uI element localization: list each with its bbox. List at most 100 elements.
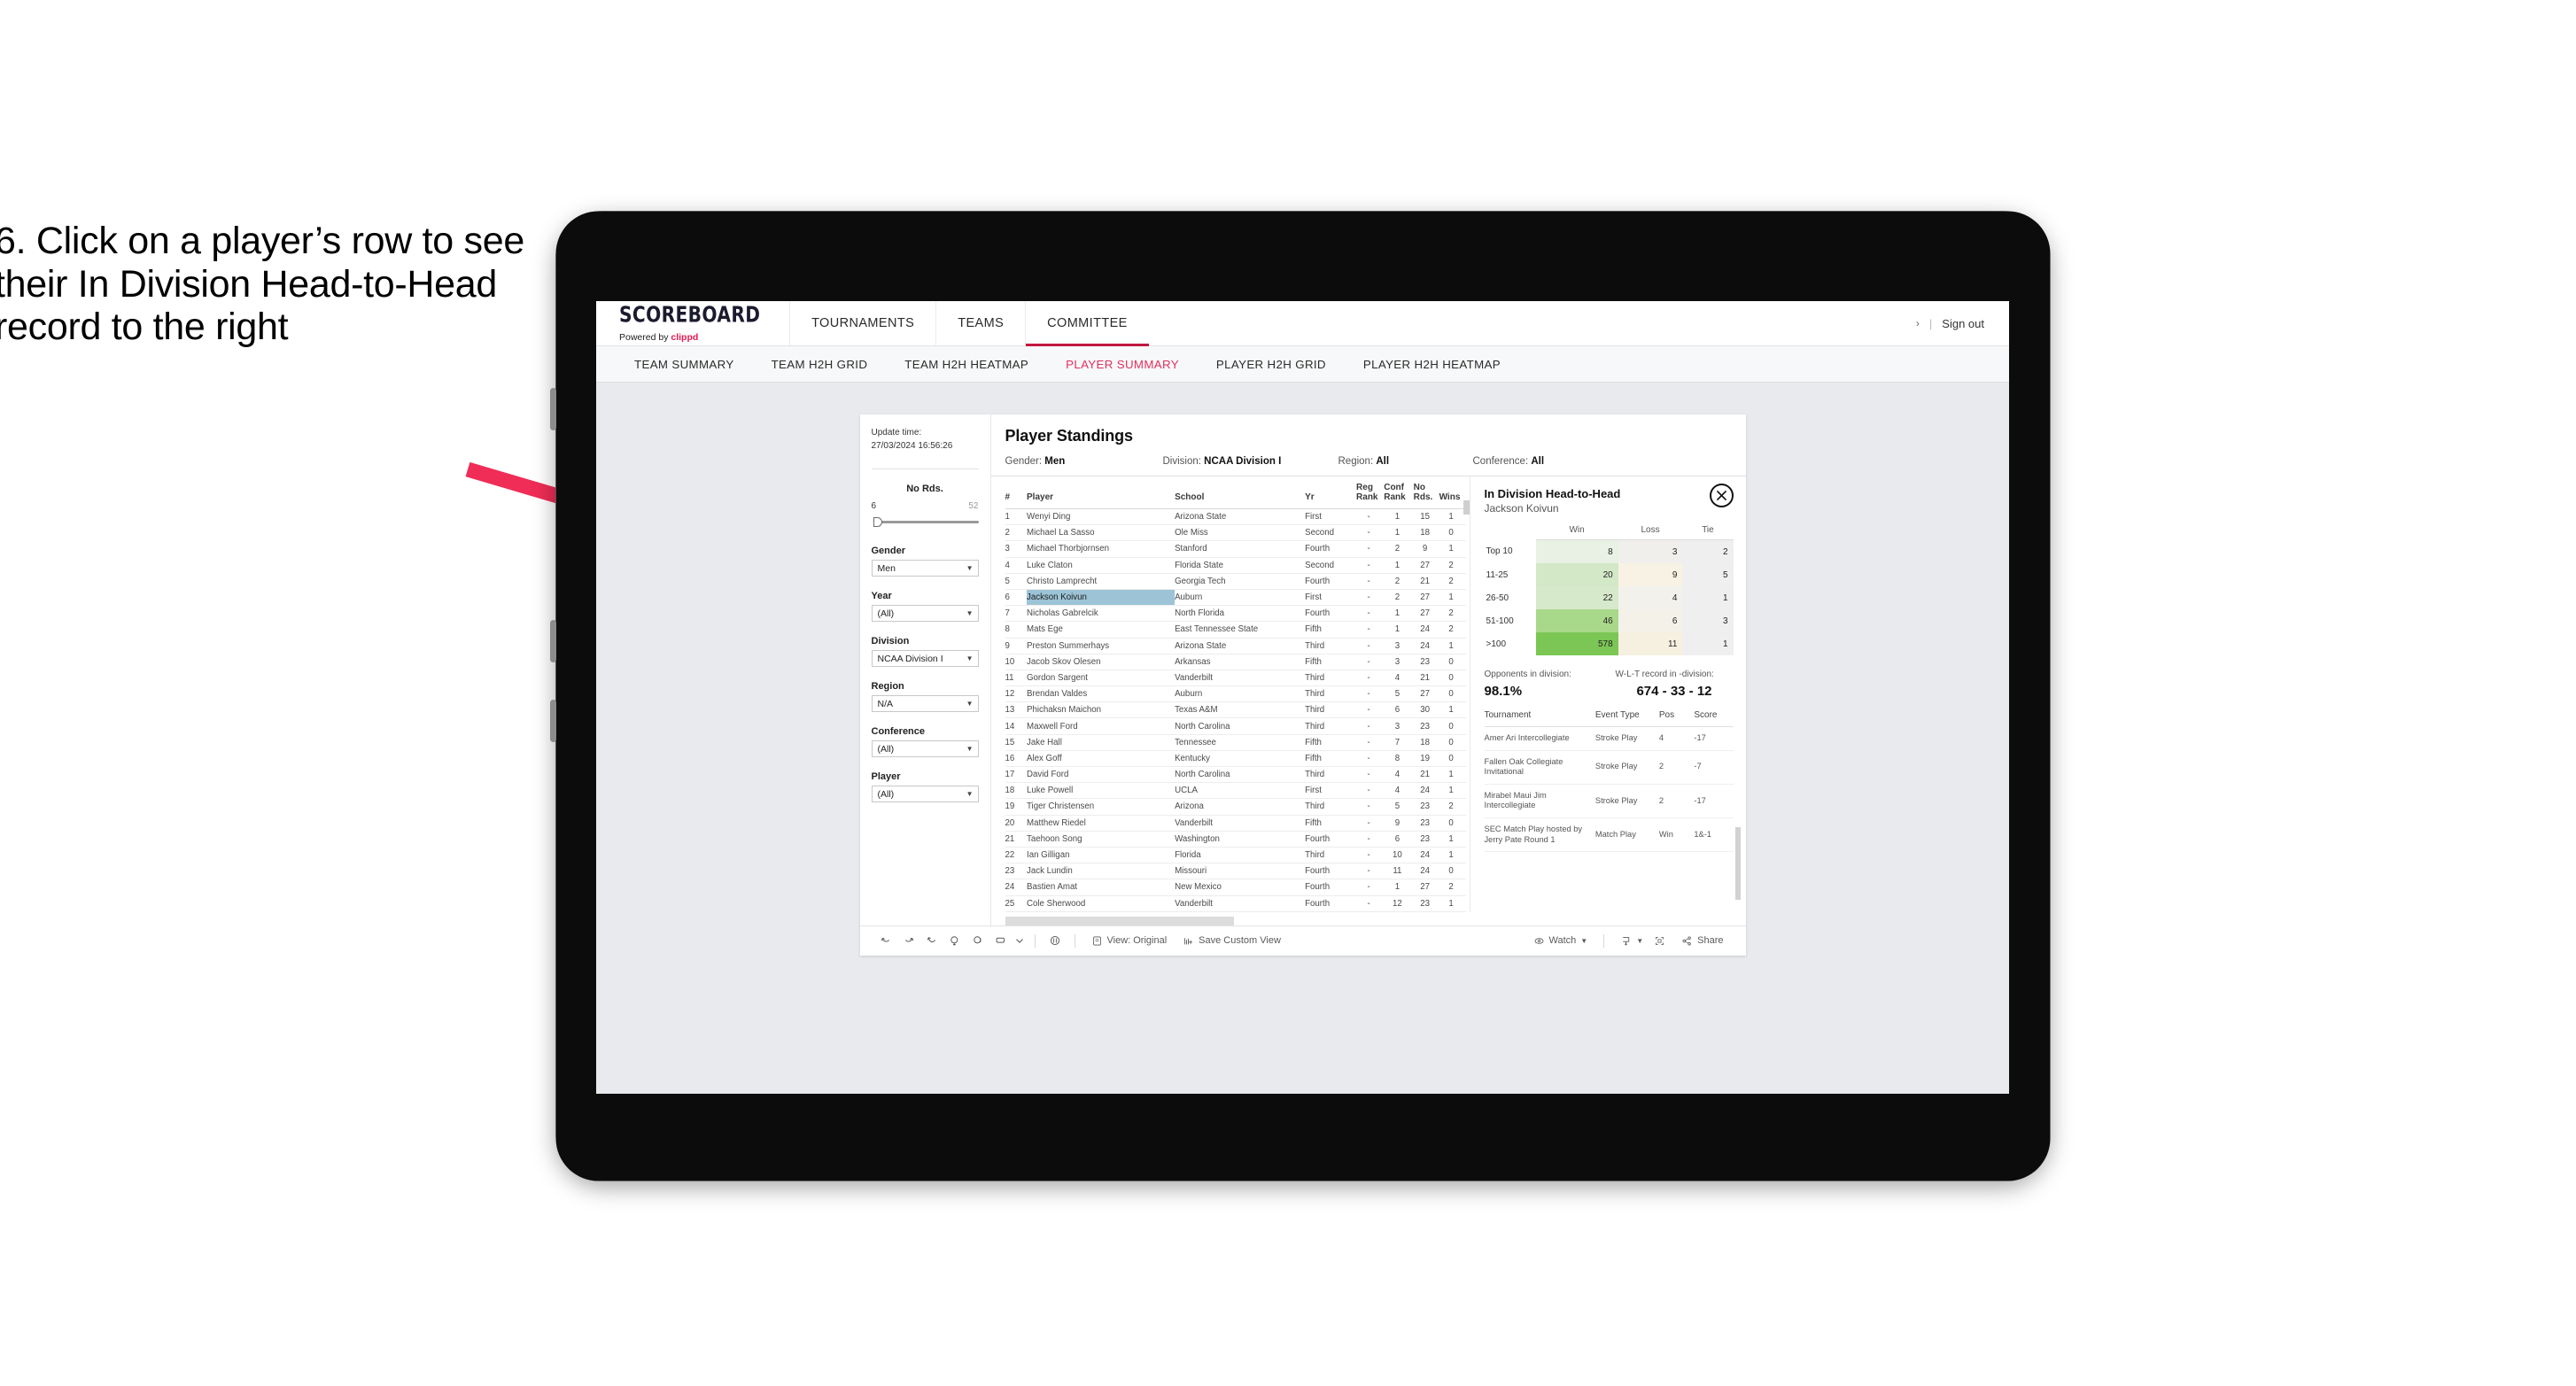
eye-icon <box>1534 937 1544 944</box>
col-pos[interactable]: Pos <box>1658 710 1695 727</box>
filter-gender-select[interactable]: Men ▼ <box>871 560 979 577</box>
col-no-rds[interactable]: No Rds. <box>1413 476 1439 509</box>
player-name: Tiger Christensen <box>1027 798 1175 816</box>
player-year: Fourth <box>1305 540 1357 558</box>
tab-team-h2h-heatmap[interactable]: TEAM H2H HEATMAP <box>886 358 1047 371</box>
tournament-row[interactable]: Mirabel Maui Jim Intercollegiate Stroke P… <box>1484 784 1734 819</box>
table-row[interactable]: 21 Taehoon Song Washington Fourth -6 23 1 <box>1005 831 1466 848</box>
col-school[interactable]: School <box>1175 476 1306 509</box>
player-school: UCLA <box>1175 782 1306 800</box>
tab-player-h2h-grid[interactable]: PLAYER H2H GRID <box>1198 358 1345 371</box>
col-conf-rank[interactable]: Conf Rank <box>1384 476 1414 509</box>
col-event-type[interactable]: Event Type <box>1594 710 1659 727</box>
fullscreen-button[interactable] <box>1646 935 1673 947</box>
chevron-right-icon[interactable]: › <box>1916 317 1920 329</box>
col-reg-rank[interactable]: Reg Rank <box>1356 476 1385 509</box>
volume-button-down[interactable] <box>550 620 556 662</box>
watch-button[interactable]: Watch ▼ <box>1525 935 1596 947</box>
nav-tab-tournaments[interactable]: TOURNAMENTS <box>789 301 935 345</box>
col-wins[interactable]: Wins <box>1439 476 1466 509</box>
player-rank: 8 <box>1005 621 1027 639</box>
device-layout-icon[interactable] <box>989 934 1013 947</box>
table-row[interactable]: 7 Nicholas Gabrelcik North Florida Fourth -1… <box>1005 605 1466 623</box>
table-row[interactable]: 6 Jackson Koivun Auburn First -2 27 1 <box>1005 589 1466 607</box>
bottom-toolbar: View: Original Save Custom View Watch ▼ … <box>859 925 1746 956</box>
chevron-down-icon: ▼ <box>966 790 974 798</box>
close-icon[interactable] <box>1709 484 1734 507</box>
refresh-icon[interactable] <box>943 934 966 947</box>
tournament-row[interactable]: Amer Ari Intercollegiate Stroke Play 4 -17 <box>1484 726 1734 751</box>
power-button[interactable] <box>550 700 556 742</box>
col-tournament[interactable]: Tournament <box>1484 710 1595 727</box>
tournament-head: Tournament Event Type Pos Score <box>1484 710 1734 727</box>
table-row[interactable]: 25 Cole Sherwood Vanderbilt Fourth -12 23 1 <box>1005 895 1466 912</box>
table-row[interactable]: 8 Mats Ege East Tennessee State Fifth -1 24 2 <box>1005 621 1466 639</box>
table-row[interactable]: 18 Luke Powell UCLA First -4 24 1 <box>1005 782 1466 800</box>
table-row[interactable]: 3 Michael Thorbjornsen Stanford Fourth -2 9 1 <box>1005 540 1466 558</box>
meta-gender: Gender: Men <box>1005 456 1163 467</box>
share-button[interactable]: Share <box>1673 935 1731 947</box>
nav-tab-committee[interactable]: COMMITTEE <box>1025 301 1149 346</box>
table-row[interactable]: 23 Jack Lundin Missouri Fourth -11 24 0 <box>1005 863 1466 880</box>
tab-player-h2h-heatmap[interactable]: PLAYER H2H HEATMAP <box>1345 358 1519 371</box>
col-score[interactable]: Score <box>1694 710 1734 727</box>
pause-refresh-icon[interactable] <box>966 934 989 947</box>
player-no-rounds: 9 <box>1413 540 1439 558</box>
player-name: Christo Lamprecht <box>1027 573 1175 590</box>
table-row[interactable]: 24 Bastien Amat New Mexico Fourth -1 27 2 <box>1005 879 1466 896</box>
revert-icon[interactable] <box>920 934 943 947</box>
table-row[interactable]: 20 Matthew Riedel Vanderbilt Fifth -9 23 0 <box>1005 815 1466 832</box>
table-row[interactable]: 22 Ian Gilligan Florida Third -10 24 1 <box>1005 847 1466 864</box>
player-conf-rank: 1 <box>1384 621 1414 639</box>
col-rank[interactable]: # <box>1005 476 1027 509</box>
table-row[interactable]: 15 Jake Hall Tennessee Fifth -7 18 0 <box>1005 734 1466 751</box>
no-rounds-slider[interactable] <box>872 515 979 528</box>
redo-icon[interactable] <box>897 934 920 947</box>
table-row[interactable]: 11 Gordon Sargent Vanderbilt Third -4 21 0 <box>1005 670 1466 687</box>
undo-icon[interactable] <box>874 934 897 947</box>
player-wins: 1 <box>1439 589 1466 607</box>
table-row[interactable]: 2 Michael La Sasso Ole Miss Second -1 18 0 <box>1005 524 1466 542</box>
tab-player-summary[interactable]: PLAYER SUMMARY <box>1047 358 1198 371</box>
volume-button-up[interactable] <box>550 388 556 430</box>
player-conf-rank: 1 <box>1384 508 1414 526</box>
player-reg-rank: - <box>1356 621 1385 639</box>
filter-conference-select[interactable]: (All) ▼ <box>871 740 979 757</box>
table-row[interactable]: 10 Jacob Skov Olesen Arkansas Fifth -3 23 0 <box>1005 654 1466 670</box>
tab-team-summary[interactable]: TEAM SUMMARY <box>616 358 753 371</box>
table-row[interactable]: 16 Alex Goff Kentucky Fifth -8 19 0 <box>1005 750 1466 768</box>
table-row[interactable]: 4 Luke Claton Florida State Second -1 27 2 <box>1005 557 1466 574</box>
player-year: Fourth <box>1305 573 1357 590</box>
tournament-scrollbar[interactable] <box>1734 826 1741 900</box>
player-rank: 10 <box>1005 654 1027 670</box>
table-row[interactable]: 9 Preston Summerhays Arizona State Third -3 2… <box>1005 638 1466 654</box>
h2h-tie-cell: 1 <box>1682 632 1734 655</box>
table-row[interactable]: 5 Christo Lamprecht Georgia Tech Fourth -2 21… <box>1005 573 1466 590</box>
tournament-event-type: Match Play <box>1594 817 1659 853</box>
table-row[interactable]: 1 Wenyi Ding Arizona State First -1 15 1 <box>1005 508 1466 526</box>
filter-gender: Gender Men ▼ <box>860 546 990 577</box>
tournament-row[interactable]: SEC Match Play hosted by Jerry Pate Roun… <box>1484 817 1734 853</box>
table-row[interactable]: 19 Tiger Christensen Arizona Third -5 23 2 <box>1005 798 1466 816</box>
filter-region-select[interactable]: N/A ▼ <box>871 695 979 712</box>
col-player[interactable]: Player <box>1027 476 1175 509</box>
download-button[interactable]: ▼ <box>1612 935 1646 947</box>
table-row[interactable]: 17 David Ford North Carolina Third -4 21 1 <box>1005 766 1466 784</box>
save-custom-view-button[interactable]: Save Custom View <box>1175 935 1289 947</box>
table-row[interactable]: 12 Brendan Valdes Auburn Third -5 27 0 <box>1005 685 1466 703</box>
filter-division-select[interactable]: NCAA Division I ▼ <box>871 650 979 667</box>
nav-tab-teams[interactable]: TEAMS <box>935 301 1025 345</box>
table-horizontal-scrollbar[interactable] <box>1005 916 1234 925</box>
tournament-row[interactable]: Fallen Oak Collegiate Invitational Stroke… <box>1484 750 1734 785</box>
filter-year-select[interactable]: (All) ▼ <box>871 605 979 622</box>
tab-team-h2h-grid[interactable]: TEAM H2H GRID <box>753 358 887 371</box>
table-row[interactable]: 14 Maxwell Ford North Carolina Third -3 23 0 <box>1005 717 1466 735</box>
sign-out-link[interactable]: Sign out <box>1942 317 1984 330</box>
filter-player-select[interactable]: (All) ▼ <box>871 786 979 802</box>
slider-handle[interactable] <box>873 517 882 527</box>
table-row[interactable]: 13 Phichaksn Maichon Texas A&M Third -6 30 1 <box>1005 701 1466 719</box>
col-yr[interactable]: Yr <box>1305 476 1357 509</box>
pause-icon[interactable] <box>1044 934 1067 947</box>
view-original-button[interactable]: View: Original <box>1083 935 1175 947</box>
chevron-down-icon[interactable] <box>1013 934 1027 947</box>
